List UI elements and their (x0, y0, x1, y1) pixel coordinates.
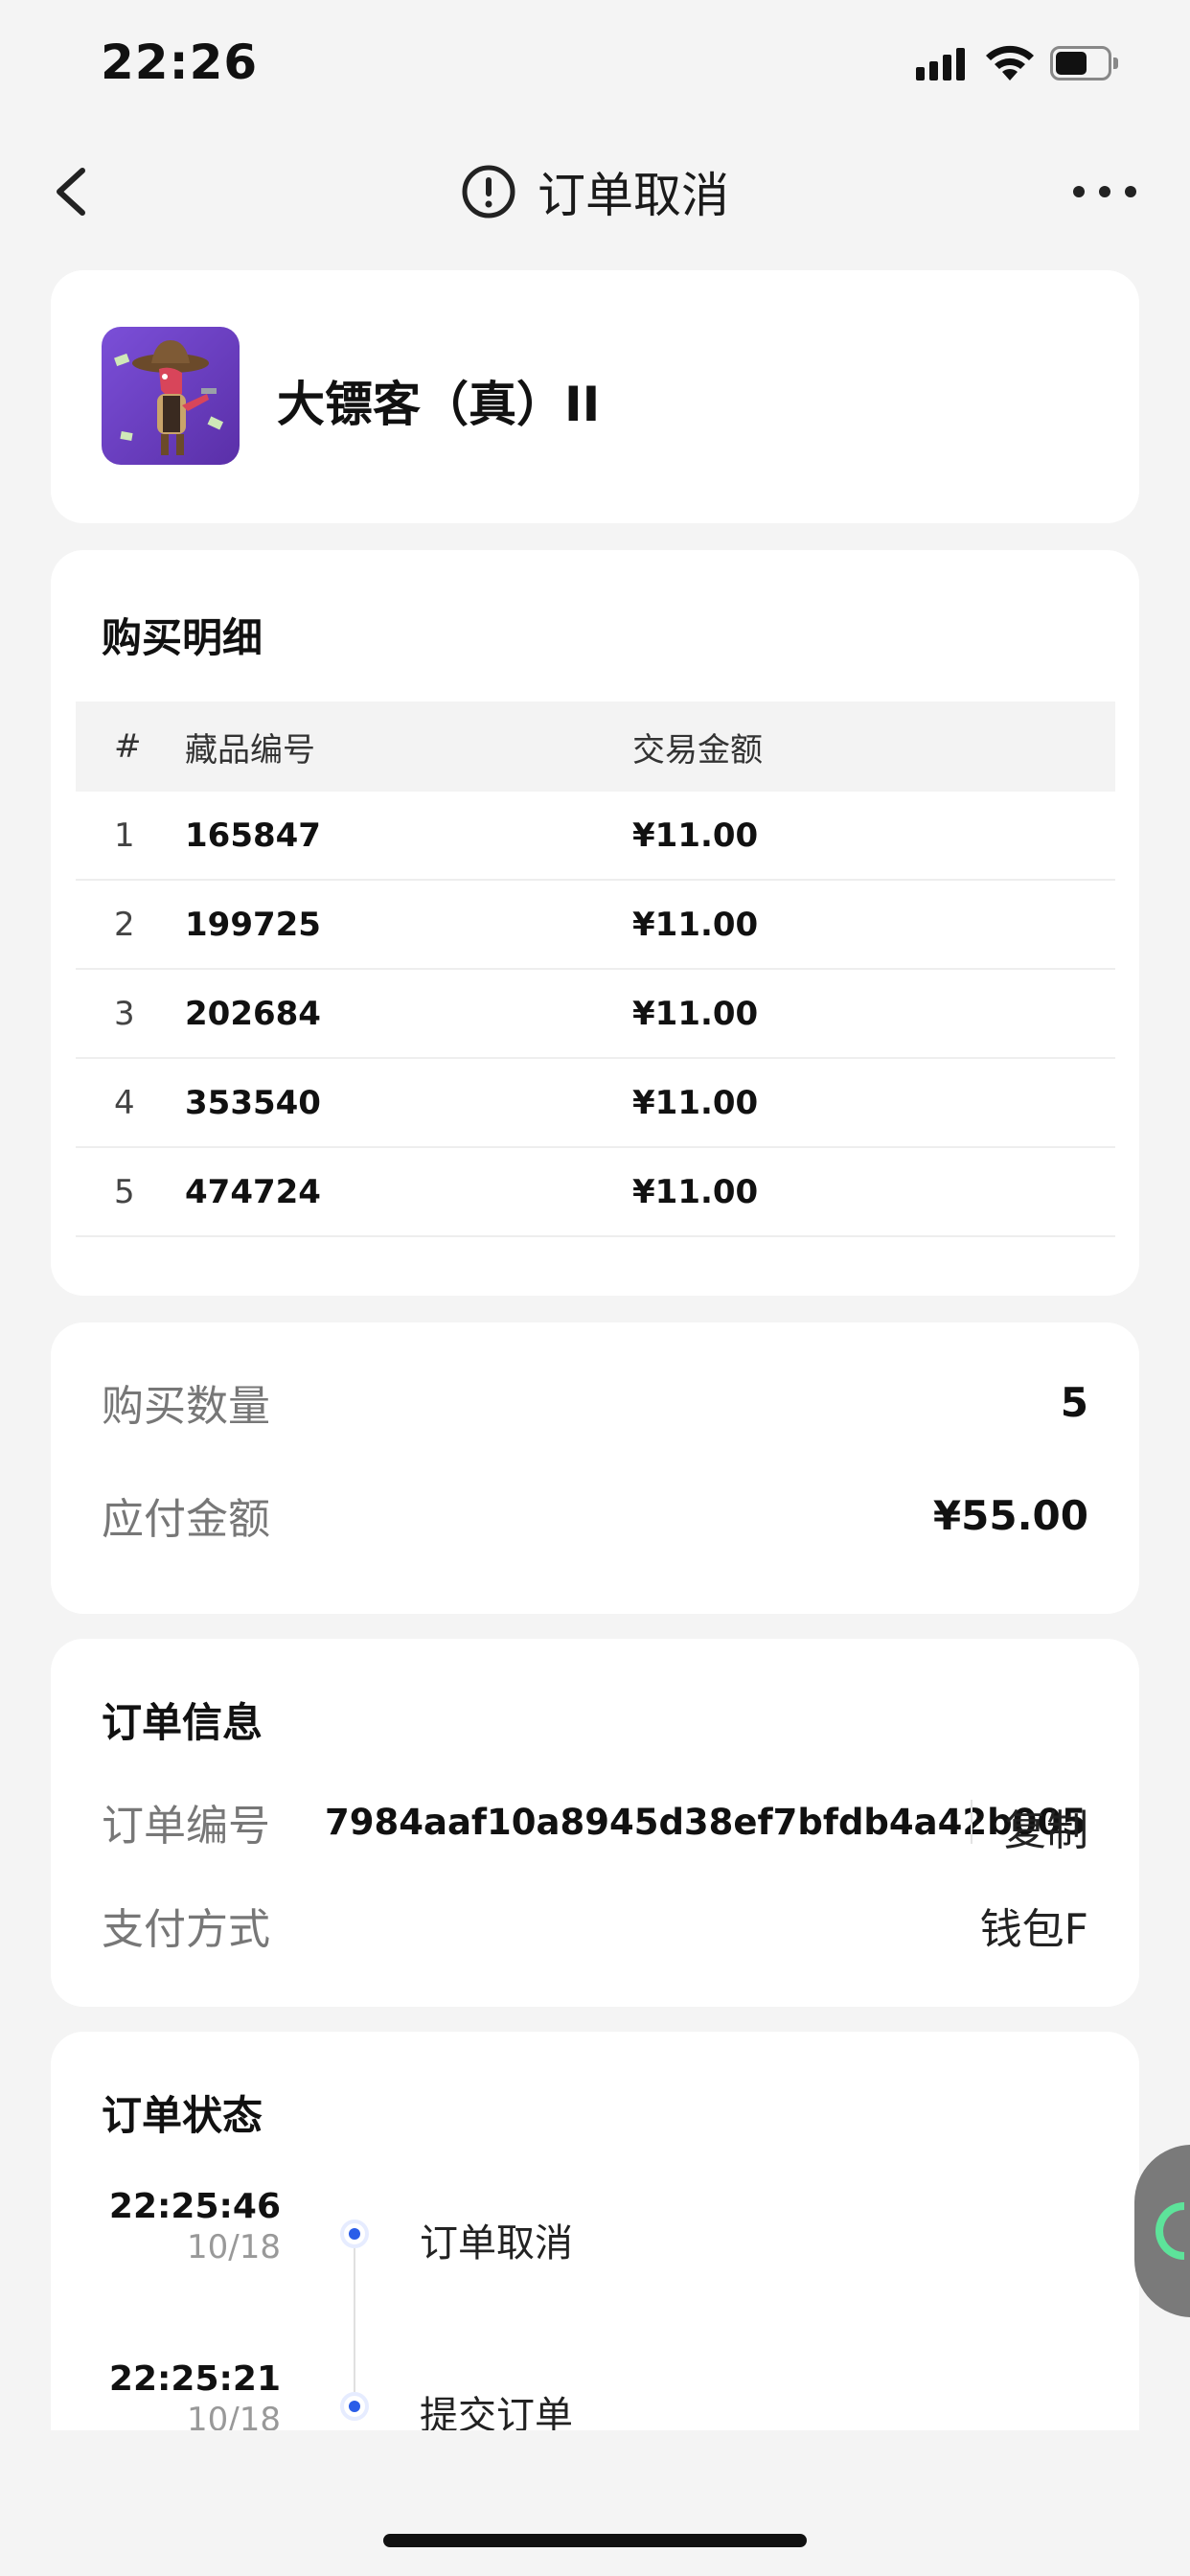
summary-card: 购买数量 5 应付金额 ¥55.00 (51, 1322, 1139, 1614)
cellular-signal-icon (916, 46, 966, 80)
row-amount: ¥11.00 (632, 816, 759, 855)
pay-method-label: 支付方式 (102, 1905, 270, 1954)
divider (971, 1800, 973, 1844)
payable-label: 应付金额 (102, 1495, 270, 1544)
order-info-title: 订单信息 (102, 1699, 263, 1746)
event-time: 22:25:46 (108, 2187, 281, 2226)
row-index: 5 (114, 1172, 135, 1211)
row-code: 202684 (185, 994, 321, 1033)
row-amount: ¥11.00 (632, 905, 759, 944)
column-header-amount: 交易金额 (632, 730, 763, 770)
bottom-safe-area (0, 2430, 1190, 2576)
order-cancel-screen: 22:26 订单取消 大镖客（真）II 购买明细 # 藏品编号 交易金额 1 1… (0, 0, 1190, 2576)
home-indicator[interactable] (383, 2534, 807, 2547)
nav-bar: 订单取消 (0, 144, 1190, 240)
row-amount: ¥11.00 (632, 1083, 759, 1122)
pay-method-row: 支付方式 钱包F (102, 1892, 1088, 1959)
wifi-icon (986, 45, 1034, 80)
purchase-detail-card: 购买明细 # 藏品编号 交易金额 1 165847 ¥11.00 2 19972… (51, 550, 1139, 1296)
floating-assistant-button[interactable] (1134, 2145, 1190, 2317)
status-time: 22:26 (101, 34, 259, 90)
row-code: 165847 (185, 816, 321, 855)
page-title: 订单取消 (538, 168, 729, 223)
row-index: 3 (114, 994, 135, 1033)
exclamation-circle-icon (462, 165, 515, 218)
timeline-line (354, 2233, 355, 2405)
purchase-detail-table: # 藏品编号 交易金额 1 165847 ¥11.00 2 199725 ¥11… (76, 702, 1115, 1237)
copy-button[interactable]: 复制 (1004, 1796, 1088, 1857)
table-row: 1 165847 ¥11.00 (76, 792, 1115, 881)
timeline-dot (340, 2392, 369, 2421)
assistant-icon (1156, 2202, 1184, 2260)
timeline-time: 22:25:21 10/18 (51, 2359, 281, 2439)
order-info-card: 订单信息 订单编号 7984aaf10a8945d38ef7bfdb4a42b0… (51, 1639, 1139, 2007)
order-no-label: 订单编号 (102, 1802, 270, 1851)
event-label: 订单取消 (420, 2221, 573, 2266)
pay-method-value: 钱包F (979, 1905, 1088, 1954)
table-row: 2 199725 ¥11.00 (76, 881, 1115, 970)
row-code: 353540 (185, 1083, 321, 1122)
row-code: 474724 (185, 1172, 321, 1211)
quantity-value: 5 (1060, 1378, 1088, 1426)
order-status-title: 订单状态 (102, 2092, 263, 2139)
product-thumbnail (102, 327, 240, 465)
battery-icon (1050, 46, 1119, 80)
timeline-time: 22:25:46 10/18 (51, 2187, 281, 2266)
product-card[interactable]: 大镖客（真）II (51, 270, 1139, 523)
row-index: 4 (114, 1083, 135, 1122)
table-row: 3 202684 ¥11.00 (76, 970, 1115, 1059)
row-index: 1 (114, 816, 135, 855)
event-time: 22:25:21 (108, 2359, 281, 2399)
column-header-index: # (114, 727, 142, 766)
status-bar: 22:26 (0, 0, 1190, 134)
table-row: 5 474724 ¥11.00 (76, 1148, 1115, 1237)
payable-value: ¥55.00 (932, 1491, 1088, 1539)
product-name: 大镖客（真）II (277, 377, 601, 432)
purchase-detail-title: 购买明细 (102, 614, 263, 661)
event-date: 10/18 (187, 2228, 281, 2266)
table-header: # 藏品编号 交易金额 (76, 702, 1115, 792)
column-header-code: 藏品编号 (185, 730, 315, 770)
payable-row: 应付金额 ¥55.00 (102, 1482, 1088, 1549)
nav-title-group: 订单取消 (0, 144, 1190, 240)
quantity-label: 购买数量 (102, 1382, 270, 1431)
quantity-row: 购买数量 5 (102, 1368, 1088, 1436)
row-code: 199725 (185, 905, 321, 944)
row-amount: ¥11.00 (632, 994, 759, 1033)
row-amount: ¥11.00 (632, 1172, 759, 1211)
table-row: 4 353540 ¥11.00 (76, 1059, 1115, 1148)
timeline-dot (340, 2220, 369, 2248)
more-options-icon[interactable] (1073, 174, 1136, 209)
row-index: 2 (114, 905, 135, 944)
